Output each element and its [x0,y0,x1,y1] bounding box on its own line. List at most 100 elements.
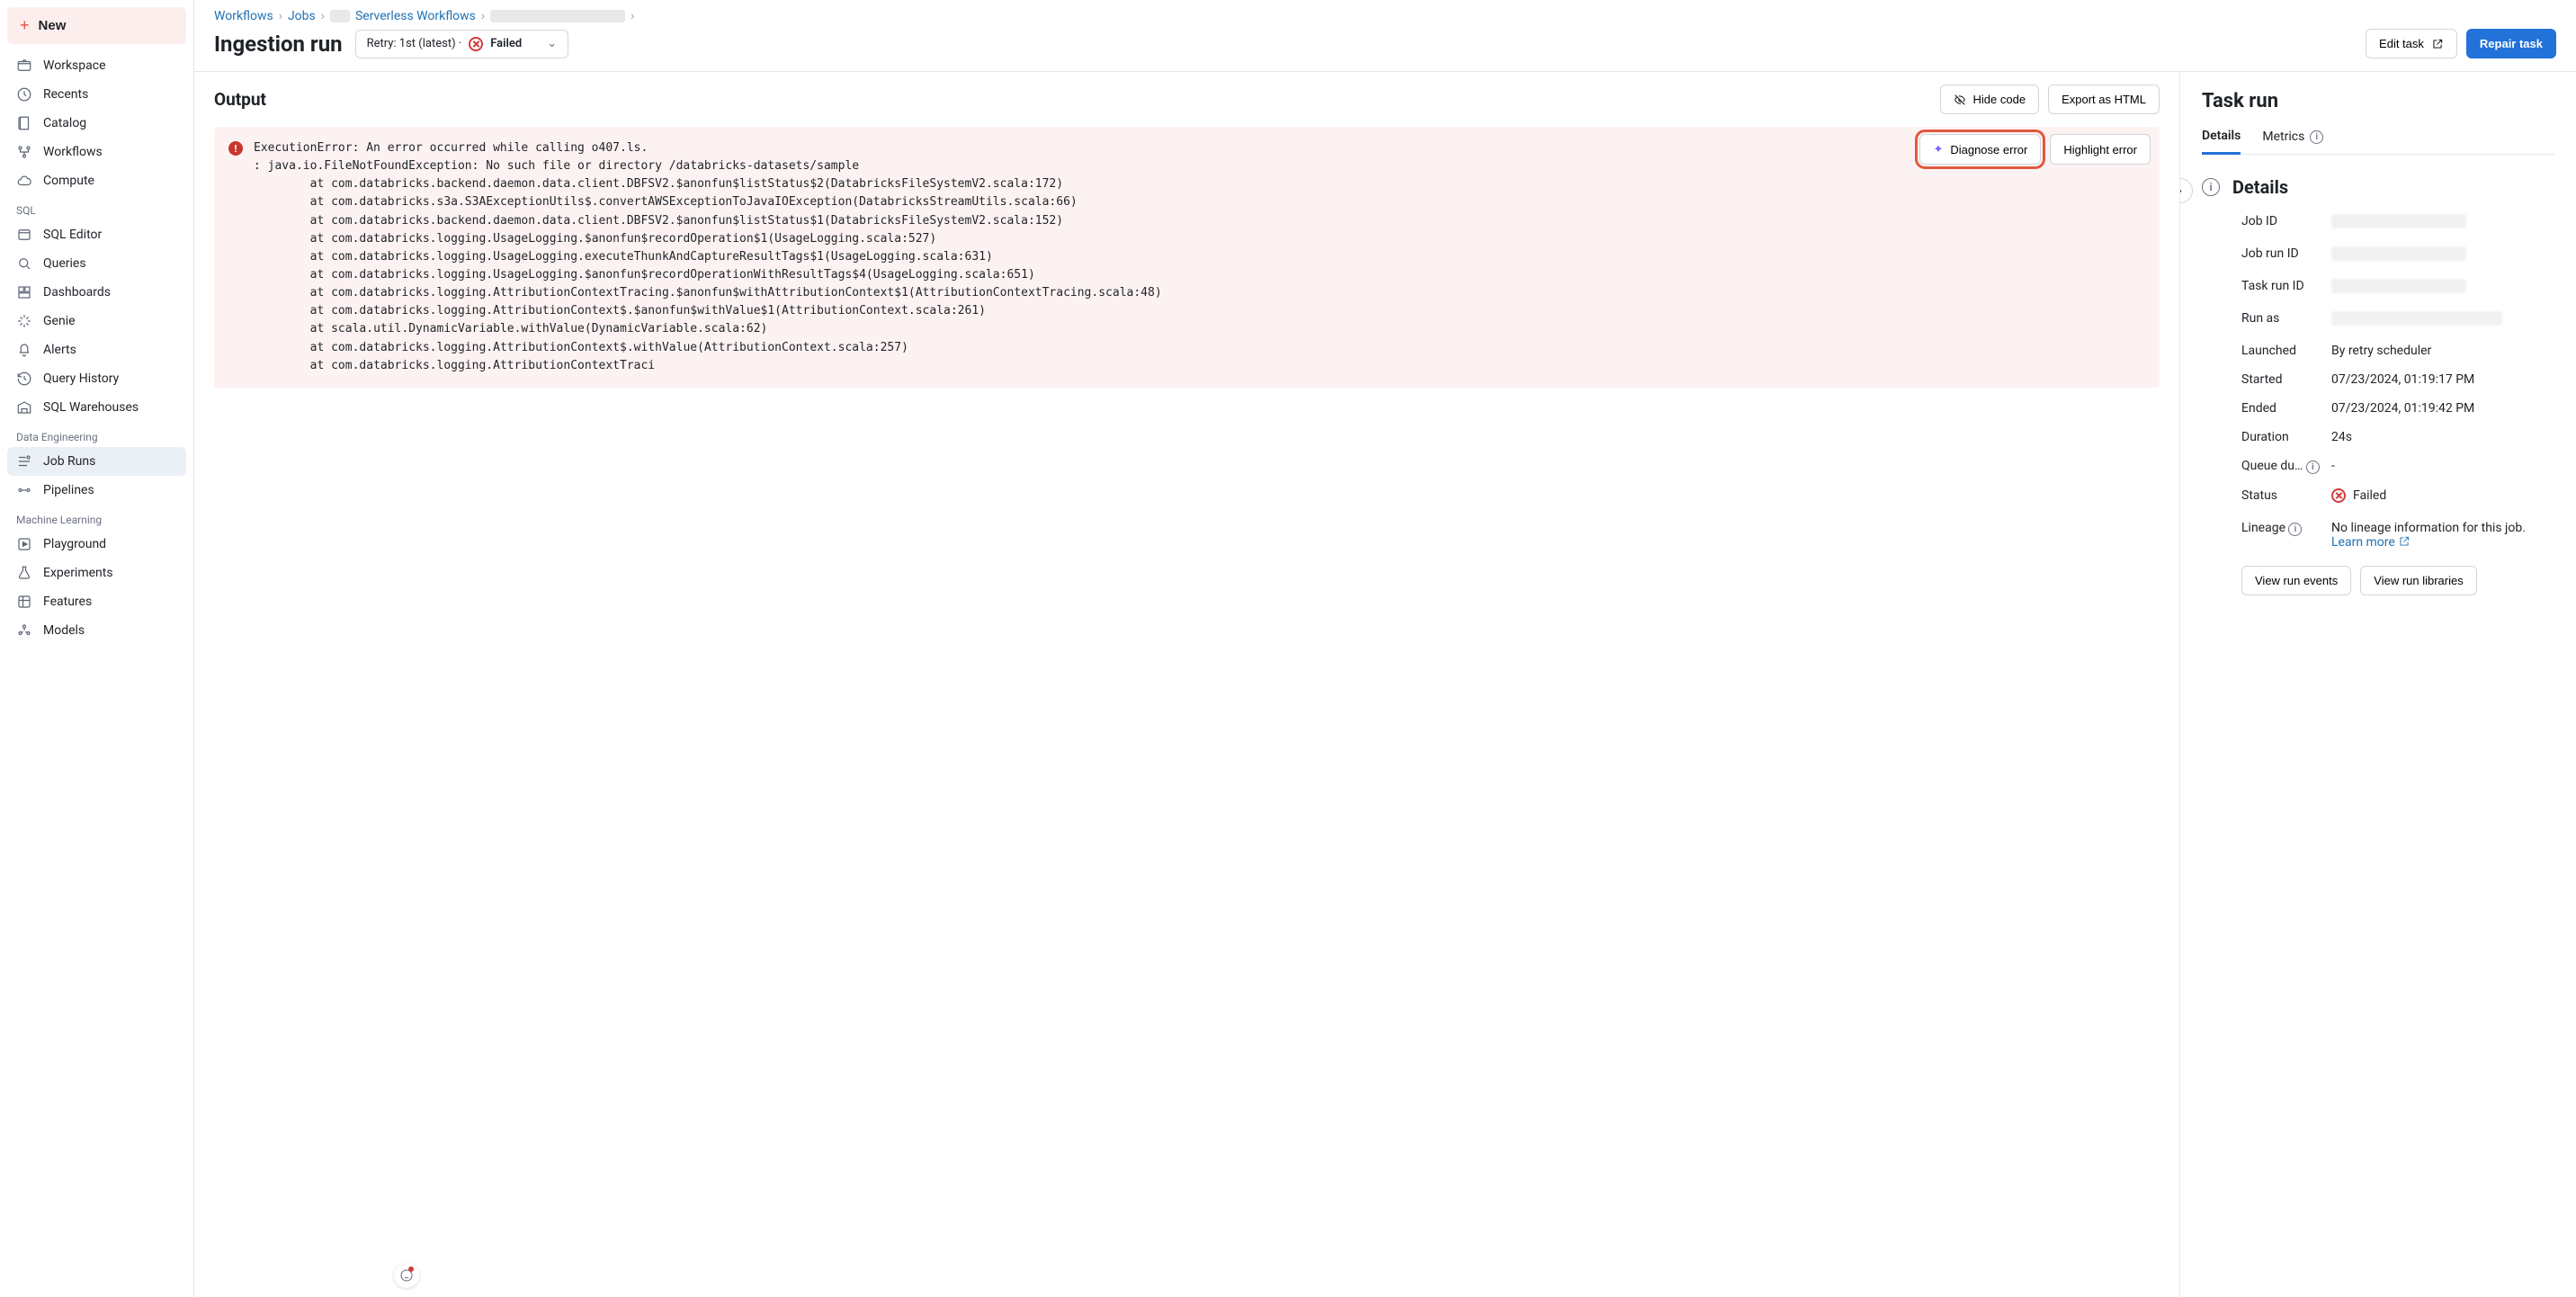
sidebar-item-models[interactable]: Models [7,616,186,645]
section-label: Machine Learning [7,505,186,530]
sidebar-item-features[interactable]: Features [7,587,186,616]
sidebar-item-workspace[interactable]: Workspace [7,51,186,80]
fail-icon [2331,488,2346,503]
nav-label: Genie [43,314,76,328]
tab-details[interactable]: Details [2202,121,2241,155]
fail-icon [469,37,483,51]
breadcrumb-serverless[interactable]: Serverless Workflows [355,9,476,23]
info-icon: i [2310,130,2323,144]
kv-key-queue: Queue du… i [2241,459,2331,474]
sidebar-item-playground[interactable]: Playground [7,530,186,559]
external-link-icon [2431,38,2444,50]
sidebar-item-catalog[interactable]: Catalog [7,109,186,138]
view-run-events-button[interactable]: View run events [2241,566,2351,595]
breadcrumb-redacted-icon [330,10,350,22]
nav-label: Queries [43,256,86,271]
kv-val-jobrunid [2331,246,2466,261]
dash-icon [16,284,32,300]
nav-label: Features [43,595,92,609]
error-card: ! ExecutionError: An error occurred whil… [214,127,2160,388]
kv-key-jobid: Job ID [2241,214,2331,228]
export-html-label: Export as HTML [2062,93,2146,106]
nav-label: SQL Editor [43,228,102,242]
error-icon: ! [228,141,243,156]
sidebar-item-compute[interactable]: Compute [7,166,186,195]
tab-metrics-label: Metrics [2262,130,2304,144]
sidebar-item-dashboards[interactable]: Dashboards [7,278,186,307]
sidebar-item-sql-warehouses[interactable]: SQL Warehouses [7,393,186,422]
eye-off-icon [1954,94,1966,106]
breadcrumb-redacted [490,10,625,22]
sidebar-item-pipelines[interactable]: Pipelines [7,476,186,505]
breadcrumb-jobs[interactable]: Jobs [288,9,316,23]
nav-label: Pipelines [43,483,94,497]
page-title: Ingestion run [214,31,343,57]
kv-val-taskrunid [2331,279,2466,293]
panel-tabs: Details Metrics i [2202,121,2554,155]
play-icon [16,536,32,552]
sidebar-item-job-runs[interactable]: Job Runs [7,447,186,476]
repair-task-button[interactable]: Repair task [2466,29,2556,58]
info-icon: i [2288,523,2302,536]
details-heading: Details [2232,176,2288,198]
view-run-libraries-label: View run libraries [2374,574,2463,587]
breadcrumb-workflows[interactable]: Workflows [214,9,273,23]
search-icon [16,255,32,272]
retry-prefix: Retry: 1st (latest) · [367,37,462,50]
nav-label: Models [43,623,85,638]
sidebar-item-sql-editor[interactable]: SQL Editor [7,220,186,249]
clock-icon [16,86,32,103]
nav-label: Workflows [43,145,103,159]
kv-val-ended: 07/23/2024, 01:19:42 PM [2331,401,2554,416]
history-icon [16,371,32,387]
sidebar-item-alerts[interactable]: Alerts [7,335,186,364]
error-text: ExecutionError: An error occurred while … [254,139,2145,375]
sidebar: + New Workspace Recents Catalog Workflows Co… [0,0,194,1297]
chevron-right-icon: › [481,9,485,23]
nav-label: Compute [43,174,94,188]
sidebar-item-queries[interactable]: Queries [7,249,186,278]
new-button[interactable]: + New [7,7,186,44]
sparkle-icon: ✦ [1933,142,1943,157]
diagnose-label: Diagnose error [1950,143,2027,157]
panel-title: Task run [2202,90,2554,112]
info-icon: i [2306,461,2320,474]
nav-label: Query History [43,371,119,386]
retry-status: Failed [490,37,522,50]
kv-val-jobid [2331,214,2466,228]
output-title: Output [214,89,266,110]
folder-icon [16,58,32,74]
highlight-error-button[interactable]: Highlight error [2050,134,2151,165]
diagnose-error-button[interactable]: ✦ Diagnose error [1919,134,2041,165]
main: Workflows › Jobs › Serverless Workflows … [194,0,2576,1297]
breadcrumbs: Workflows › Jobs › Serverless Workflows … [214,9,2556,23]
highlight-label: Highlight error [2063,143,2137,157]
kv-key-status: Status [2241,488,2331,503]
topbar: Workflows › Jobs › Serverless Workflows … [194,0,2576,72]
sidebar-item-query-history[interactable]: Query History [7,364,186,393]
runs-icon [16,453,32,470]
kv-val-started: 07/23/2024, 01:19:17 PM [2331,372,2554,387]
sidebar-item-experiments[interactable]: Experiments [7,559,186,587]
section-label: SQL [7,195,186,220]
cloud-icon [16,173,32,189]
status-badge: Failed [2331,488,2386,503]
nav-label: Recents [43,87,88,102]
kv-val-launched: By retry scheduler [2331,344,2554,358]
edit-task-button[interactable]: Edit task [2366,29,2457,58]
nav-label: Dashboards [43,285,111,300]
sidebar-item-genie[interactable]: Genie [7,307,186,335]
tab-metrics[interactable]: Metrics i [2262,121,2323,154]
kv-key-lineage: Lineage i [2241,521,2331,536]
hide-code-label: Hide code [1973,93,2026,106]
view-run-libraries-button[interactable]: View run libraries [2360,566,2476,595]
section-label: Data Engineering [7,422,186,447]
feedback-button[interactable] [394,1263,419,1288]
export-html-button[interactable]: Export as HTML [2048,85,2160,114]
hide-code-button[interactable]: Hide code [1940,85,2040,114]
kv-key-runas: Run as [2241,311,2331,326]
sidebar-item-workflows[interactable]: Workflows [7,138,186,166]
learn-more-link[interactable]: Learn more [2331,535,2411,550]
sidebar-item-recents[interactable]: Recents [7,80,186,109]
retry-select[interactable]: Retry: 1st (latest) · Failed ⌄ [355,30,569,58]
